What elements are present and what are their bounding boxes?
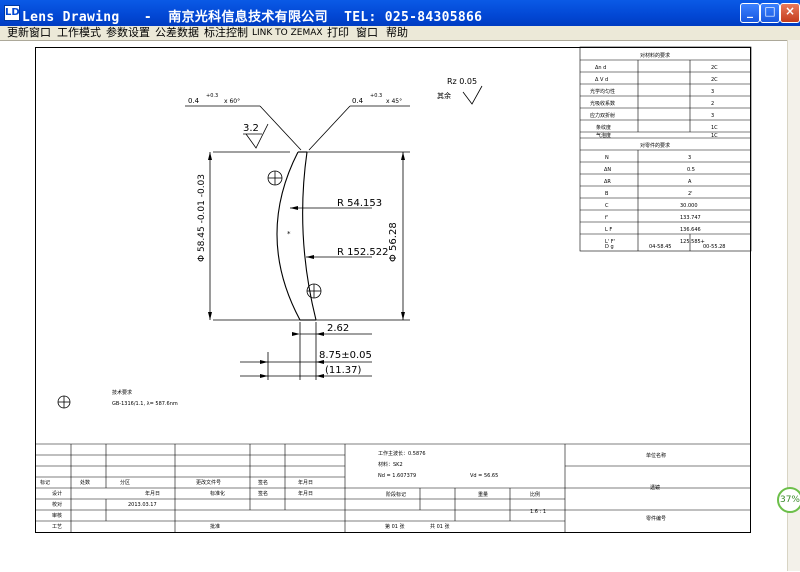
tb-scale: 1.6 : 1 [530,509,546,515]
part-row-label: B [605,191,609,197]
chamfer-left-tol: +0.3 [206,93,218,99]
tb-cell: 2013.03.17 [128,502,157,508]
part-row-label: C [605,203,609,209]
part-row-value: 04-58.45 [649,244,671,250]
tb-mid-header: 比例 [530,491,540,498]
tb-cell: 批准 [210,523,220,530]
part-row-value: A [688,179,692,185]
part-row-label: ΔR [604,179,611,185]
part-row-value: 00-55.28 [703,244,725,250]
tb-header-cell: 处数 [80,479,90,486]
material-row-value: 2 [711,101,714,107]
roughness-global: Rz 0.05 [447,77,477,86]
part-row-label: N [605,155,609,161]
total-thickness: (11.37) [325,365,362,376]
material-row-value: 2C [711,77,718,83]
tb-cell: 年月日 [145,490,160,497]
tb-header-cell: 签名 [258,479,268,486]
lens-drawing: * 0.4 +0.3 x 60° 0.4 +0.3 x 45° Rz 0.05 … [35,46,752,533]
part-row-value: 0.5 [687,167,695,173]
tb-mid-header: 阶段标记 [386,491,406,498]
tb-material: 材料：SK2 [378,461,403,468]
chamfer-right-tol: +0.3 [370,93,382,99]
spec-title: 技术要求 [112,389,132,396]
part-row-value: 30.000 [680,203,698,209]
material-row-value: 1C [711,133,718,139]
radius-2: R 152.522 [337,247,388,258]
tb-header-cell: 年月日 [298,479,313,486]
roughness-left: 3.2 [243,123,259,134]
tb-part-name: 透镜 [650,484,660,491]
tb-cell: 年月日 [298,490,313,497]
part-row-label: ΔN [604,167,611,173]
part-row-value: 125.585+ [680,239,705,245]
tb-cell: 工艺 [52,524,62,530]
part-row-value: 3 [688,155,691,161]
chamfer-left-angle: x 60° [224,98,240,105]
tb-unit: 单位名称 [646,452,666,459]
material-row-label: 应力双折射 [590,112,615,119]
material-row-label: Δ V d [595,77,608,83]
part-row-label: D g [605,244,614,250]
tb-sheet-total: 共 01 张 [430,523,450,530]
tb-part-no: 零件编号 [646,515,666,522]
tb-cell: 设计 [52,490,62,497]
tb-cell: 标准化 [210,490,225,497]
tb-wavelength: 工作主波长：0.5876 [378,450,426,457]
title-block [35,443,751,533]
spec-text: GB-1316/1.1, λ= 587.6nm [112,401,178,407]
material-row-label: 光学均匀性 [590,88,615,95]
material-table-title: 对材料的要求 [640,52,670,59]
diameter-inner: Φ 56.28 [388,222,399,262]
material-row-label: 气泡度 [596,132,611,139]
chamfer-right-label: 0.4 [352,97,364,105]
diameter-outer: Φ 58.45 -0.01 -0.03 [197,174,207,262]
tb-sheet-no: 第 01 张 [385,523,405,530]
chamfer-left-label: 0.4 [188,97,200,105]
material-row-value: 1C [711,125,718,131]
material-row-value: 2C [711,65,718,71]
part-table-title: 对零件的要求 [640,142,670,149]
material-row-label: Δn d [595,65,606,71]
tb-cell: 校对 [52,501,62,508]
part-row-value: 136.646 [680,227,701,233]
chamfer-right-angle: x 45° [386,98,402,105]
tb-vd: Vd = 56.65 [470,473,498,479]
part-row-label: f' [605,215,608,221]
material-row-value: 3 [711,89,714,95]
tb-header-cell: 标记 [40,479,50,486]
part-row-label: L F [605,227,612,233]
roughness-rest: 其余 [437,91,451,100]
edge-thickness: 2.62 [327,323,349,334]
material-row-label: 光吸收系数 [590,100,615,107]
part-row-value: 133.747 [680,215,701,221]
tb-header-cell: 更改文件号 [196,479,221,486]
material-row-label: 条纹度 [596,124,611,131]
tb-header-cell: 分区 [120,479,130,486]
tb-cell: 签名 [258,490,268,497]
tb-cell: 审核 [52,512,62,519]
center-thickness: 8.75±0.05 [319,350,372,361]
zoom-indicator[interactable]: 37% [777,487,800,513]
material-row-value: 3 [711,113,714,119]
part-row-value: 2' [688,191,693,197]
tb-mid-header: 重量 [478,491,488,498]
tb-nd: Nd = 1.607379 [378,473,416,479]
svg-text:*: * [287,230,291,238]
radius-1: R 54.153 [337,198,382,209]
